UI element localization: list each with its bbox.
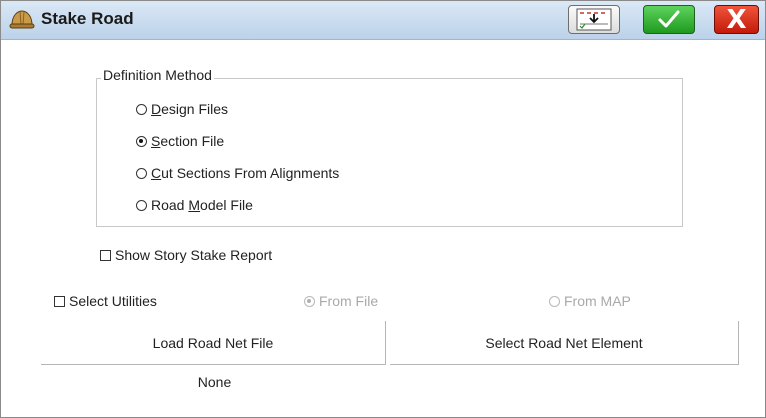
radio-label: Design Files [151, 101, 229, 117]
ok-button[interactable] [643, 5, 695, 34]
definition-method-legend: Definition Method [101, 67, 214, 83]
radio-cut-sections[interactable]: Cut Sections From Alignments [136, 165, 339, 181]
radio-indicator [136, 103, 147, 115]
radio-road-model-file[interactable]: Road Model File [136, 197, 253, 213]
checkbox-box [100, 249, 111, 261]
hard-hat-icon [9, 8, 35, 32]
radio-indicator [549, 295, 560, 307]
radio-from-file[interactable]: From File [304, 293, 378, 309]
selected-file-status: None [197, 374, 232, 390]
radio-label: Cut Sections From Alignments [151, 165, 340, 181]
load-road-net-file-button[interactable]: Load Road Net File [41, 321, 386, 365]
title-bar: Stake Road X [1, 1, 765, 40]
radio-label: From MAP [564, 293, 631, 309]
close-icon: X [726, 4, 747, 35]
checkbox-label: Show Story Stake Report [115, 247, 273, 263]
radio-indicator-selected [136, 135, 147, 147]
radio-label: Section File [151, 133, 225, 149]
radio-label: From File [319, 293, 379, 309]
radio-section-file[interactable]: Section File [136, 133, 224, 149]
show-story-report-checkbox[interactable]: Show Story Stake Report [100, 247, 272, 263]
radio-indicator [136, 167, 147, 179]
export-report-button[interactable] [568, 5, 620, 34]
radio-design-files[interactable]: Design Files [136, 101, 228, 117]
cancel-button[interactable]: X [714, 4, 759, 35]
checkbox-box [54, 295, 65, 307]
radio-indicator [136, 199, 147, 211]
export-report-icon [576, 8, 612, 31]
checkmark-icon [658, 10, 680, 28]
select-road-net-element-button[interactable]: Select Road Net Element [390, 321, 739, 365]
checkbox-label: Select Utilities [69, 293, 157, 309]
radio-label: Road Model File [151, 197, 253, 213]
radio-indicator-selected [304, 295, 315, 307]
stake-road-dialog: Stake Road X Definition Method Design Fi… [0, 0, 766, 418]
radio-from-map[interactable]: From MAP [549, 293, 631, 309]
select-utilities-checkbox[interactable]: Select Utilities [54, 293, 157, 309]
window-title: Stake Road [41, 9, 134, 28]
